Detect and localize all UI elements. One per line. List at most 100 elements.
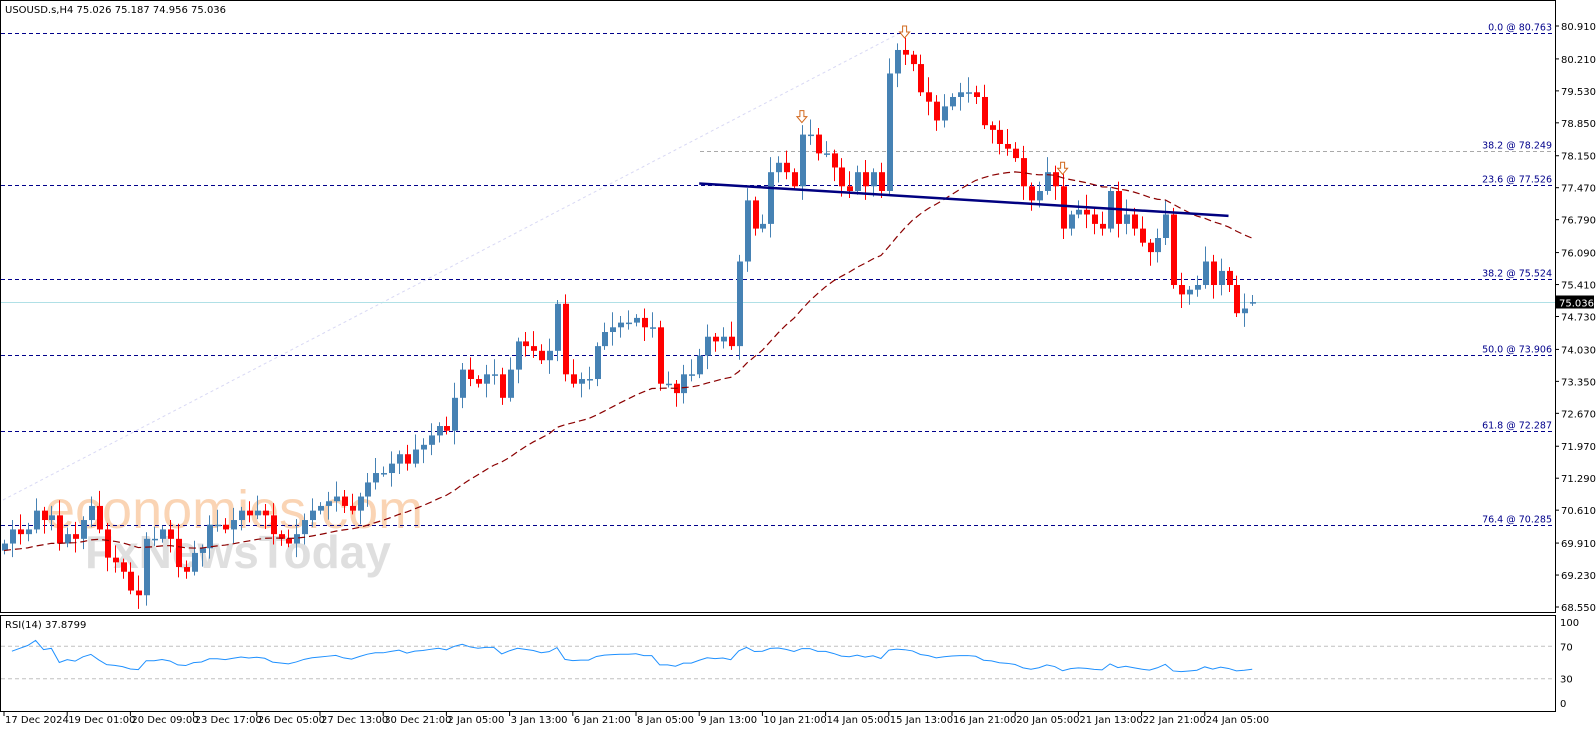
candle [571,359,577,388]
candle-body [160,529,166,539]
candle-body [97,505,103,530]
candle-body [1203,261,1209,286]
candle [2,539,8,555]
candle-body [689,374,695,376]
candle [982,84,988,129]
fib-level-label: 38.2 @ 75.524 [1482,269,1552,280]
candle [34,498,40,534]
fib-level-label: 38.2 @ 78.249 [1482,141,1552,152]
candle-body [634,317,640,323]
candle [555,300,561,362]
candle [1100,211,1106,236]
candle-body [223,524,229,530]
candle-body [547,350,553,361]
candle-body [1132,214,1138,229]
candle [650,312,656,338]
candle-body [263,510,269,516]
candle-body [602,332,608,347]
candle-body [421,444,427,450]
candle-body [34,510,40,530]
candle-body [81,520,87,539]
candle-body [563,303,569,375]
time-axis-label: 20 Jan 05:00 [1016,715,1079,726]
candle-body [808,134,814,137]
price-chart[interactable]: economies.comFxNewsToday0.0 @ 80.76338.2… [0,0,1596,743]
candle-body [310,510,316,521]
candle [1084,194,1090,229]
candle [1163,199,1169,246]
candle [895,43,901,88]
candle [1187,285,1193,305]
candle [1242,293,1248,327]
candle-body [926,92,932,102]
candle [452,382,458,445]
candle-body [136,590,142,596]
candle-body [1250,302,1256,304]
candle-body [381,473,387,475]
fib-level-label: 76.4 @ 70.285 [1482,515,1552,526]
candle-body [1100,223,1106,229]
candle-body [365,482,371,497]
candle-body [1037,190,1043,201]
candle [768,157,774,238]
candle-body [855,172,861,191]
price-axis-label: 68.550 [1561,603,1596,614]
candle-body [721,336,727,342]
candle-body [555,303,561,351]
candle-body [824,153,830,155]
candle [658,320,664,391]
candle-body [760,223,766,229]
candle-body [121,562,127,572]
price-axis-label: 74.030 [1561,345,1596,356]
candle-body [966,92,972,94]
time-axis-label: 26 Dec 05:00 [258,715,325,726]
candle-body [128,571,134,591]
rsi-axis-label: 30 [1560,675,1573,686]
candle-body [1021,158,1027,187]
candle [437,422,443,443]
candle-body [10,529,16,544]
candle [879,162,885,199]
candle-body [697,355,703,375]
candle [776,156,782,183]
candle-body [618,322,624,328]
candle-body [1227,270,1233,286]
time-axis-label: 15 Jan 13:00 [890,715,953,726]
candle-body [271,515,277,535]
candle [610,312,616,346]
candle-body [539,350,545,361]
down-arrow-icon [898,25,911,39]
price-axis-label: 72.670 [1561,409,1596,420]
price-axis-label: 80.210 [1561,55,1596,66]
candle [745,188,751,272]
candle-body [1053,172,1059,187]
candle-body [1084,209,1090,215]
candle-body [1179,285,1185,295]
candle [539,344,545,364]
candle [958,82,964,111]
candle [666,371,672,388]
candle-body [484,374,490,384]
fib-level-label: 50.0 @ 73.906 [1482,345,1552,356]
candle-body [626,322,632,325]
current-price-label: 75.036 [1559,299,1594,310]
candle [871,168,877,197]
candle-body [73,534,79,539]
time-axis-label: 9 Jan 13:00 [700,715,757,726]
candle-body [595,346,601,380]
candle-body [681,374,687,394]
time-axis-label: 22 Jan 21:00 [1143,715,1206,726]
candle [587,366,593,390]
candle-body [326,501,332,506]
candle-body [105,529,111,558]
candle-body [950,96,956,107]
time-axis-label: 20 Dec 09:00 [131,715,198,726]
candle-body [452,397,458,431]
candle-body [1219,270,1225,286]
candle [618,316,624,338]
candle-body [847,186,853,191]
candle-body [776,162,782,173]
candle [1132,207,1138,236]
symbol-header: USOUSD.s,H4 75.026 75.187 74.956 75.036 [5,5,226,16]
time-axis-label: 2 Jan 05:00 [447,715,504,726]
